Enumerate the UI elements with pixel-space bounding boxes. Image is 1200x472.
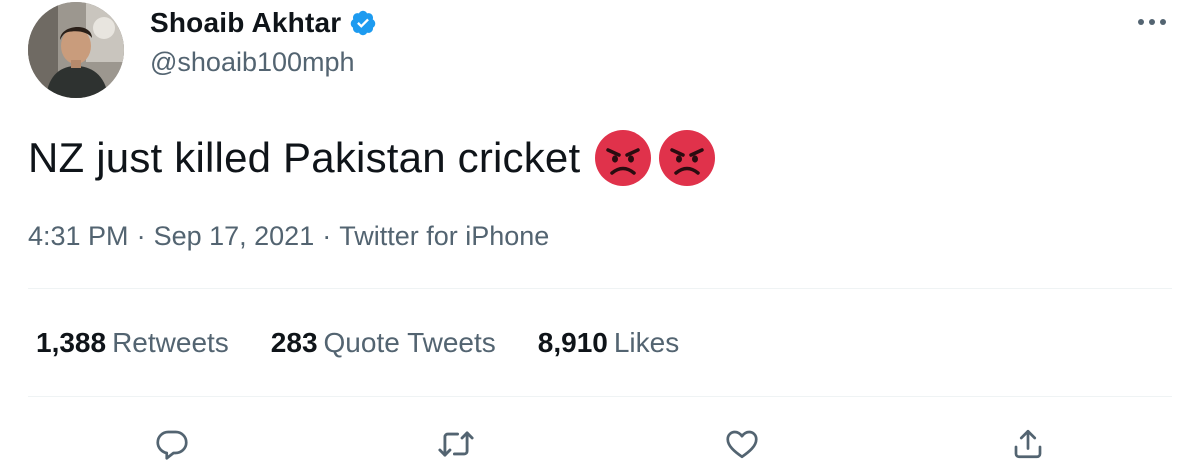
- quotes-stat[interactable]: 283 Quote Tweets: [271, 327, 496, 359]
- display-name[interactable]: Shoaib Akhtar: [150, 7, 341, 39]
- share-button[interactable]: [1004, 420, 1052, 468]
- likes-label: Likes: [613, 327, 680, 358]
- retweet-button[interactable]: [432, 420, 480, 468]
- emoji-group: [594, 129, 716, 187]
- tweet-body: NZ just killed Pakistan cricket: [28, 134, 581, 181]
- divider: [28, 288, 1172, 289]
- share-icon: [1014, 429, 1042, 459]
- tweet-meta: 4:31 PM · Sep 17, 2021 · Twitter for iPh…: [28, 218, 549, 254]
- tweet-source[interactable]: Twitter for iPhone: [339, 221, 549, 252]
- name-row: Shoaib Akhtar: [150, 6, 377, 40]
- likes-stat[interactable]: 8,910 Likes: [538, 327, 679, 359]
- retweets-count: 1,388: [36, 327, 107, 358]
- retweets-label: Retweets: [112, 327, 229, 358]
- retweet-icon: [438, 431, 474, 457]
- like-button[interactable]: [718, 420, 766, 468]
- reply-icon: [156, 430, 188, 460]
- tweet-time[interactable]: 4:31 PM: [28, 221, 129, 252]
- more-icon: [1138, 19, 1166, 25]
- quotes-label: Quote Tweets: [323, 327, 496, 358]
- meta-separator: ·: [136, 220, 146, 251]
- meta-separator: ·: [322, 220, 332, 251]
- more-options-button[interactable]: [1132, 10, 1172, 34]
- angry-face-icon: [658, 129, 716, 187]
- action-bar: [0, 420, 1200, 472]
- reply-button[interactable]: [148, 420, 196, 468]
- likes-count: 8,910: [537, 327, 608, 358]
- tweet-text: NZ just killed Pakistan cricket: [28, 130, 716, 186]
- tweet-date[interactable]: Sep 17, 2021: [154, 221, 315, 252]
- user-handle[interactable]: @shoaib100mph: [150, 47, 355, 78]
- angry-face-icon: [594, 129, 652, 187]
- like-icon: [726, 430, 758, 459]
- verified-badge-icon: [349, 9, 377, 37]
- quotes-count: 283: [270, 327, 318, 358]
- divider: [28, 396, 1172, 397]
- tweet-card: Shoaib Akhtar @shoaib100mph NZ just kill…: [0, 0, 1200, 472]
- tweet-stats: 1,388 Retweets 283 Quote Tweets 8,910 Li…: [36, 324, 721, 362]
- retweets-stat[interactable]: 1,388 Retweets: [36, 327, 229, 359]
- avatar[interactable]: [28, 2, 124, 98]
